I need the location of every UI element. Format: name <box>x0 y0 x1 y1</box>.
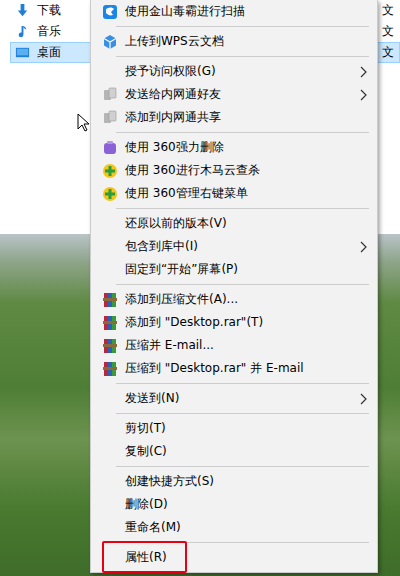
wps-cloud-icon <box>102 34 118 50</box>
mouse-cursor-icon <box>77 113 89 133</box>
menu-item-label: 授予访问权限(G) <box>125 63 377 80</box>
360-delete-icon <box>102 140 118 156</box>
menu-item[interactable]: 添加到压缩文件(A)... <box>91 288 377 311</box>
menu-item-label: 创建快捷方式(S) <box>125 473 377 490</box>
360-security-icon <box>102 186 118 202</box>
winrar-icon <box>102 292 118 308</box>
menu-item-label: 添加到 "Desktop.rar"(T) <box>125 314 377 331</box>
menu-item[interactable]: 压缩并 E-mail... <box>91 334 377 357</box>
submenu-arrow-icon <box>359 393 367 405</box>
menu-item-label: 添加到内网通共享 <box>125 109 377 126</box>
type-cell: 文 <box>382 44 399 61</box>
menu-item[interactable]: 授予访问权限(G) <box>91 60 377 83</box>
menu-item-label: 发送到(N) <box>125 390 377 407</box>
menu-item-label: 上传到WPS云文档 <box>125 33 377 50</box>
context-menu: 使用金山毒霸进行扫描 上传到WPS云文档 授予访问权限(G) 发送给内网通好友 … <box>90 0 378 573</box>
neiwangtong-icon <box>102 110 118 126</box>
menu-item[interactable]: 使用金山毒霸进行扫描 <box>91 0 377 23</box>
menu-separator <box>116 56 369 57</box>
menu-item[interactable]: 发送给内网通好友 <box>91 83 377 106</box>
submenu-arrow-icon <box>359 89 367 101</box>
menu-item[interactable]: 复制(C) <box>91 440 377 463</box>
menu-separator <box>116 132 369 133</box>
menu-item-label: 重命名(M) <box>125 519 377 536</box>
360-security-icon <box>102 163 118 179</box>
kingsoft-antivirus-icon <box>102 4 118 20</box>
type-cell: 文 <box>382 23 399 40</box>
menu-item-label: 发送给内网通好友 <box>125 86 377 103</box>
music-icon <box>15 24 30 39</box>
menu-item[interactable]: 剪切(T) <box>91 417 377 440</box>
menu-item[interactable]: 添加到 "Desktop.rar"(T) <box>91 311 377 334</box>
desktop-icon <box>15 45 30 60</box>
menu-item[interactable]: 压缩到 "Desktop.rar" 并 E-mail <box>91 357 377 380</box>
winrar-icon <box>102 338 118 354</box>
menu-item-label: 还原以前的版本(V) <box>125 215 377 232</box>
menu-separator <box>116 413 369 414</box>
menu-item[interactable]: 使用 360强力删除 <box>91 136 377 159</box>
menu-separator <box>116 208 369 209</box>
menu-item[interactable]: 使用 360管理右键菜单 <box>91 182 377 205</box>
menu-item[interactable]: 上传到WPS云文档 <box>91 30 377 53</box>
menu-separator <box>116 466 369 467</box>
neiwangtong-icon <box>102 87 118 103</box>
menu-item[interactable]: 重命名(M) <box>91 516 377 539</box>
menu-item[interactable]: 固定到“开始”屏幕(P) <box>91 258 377 281</box>
menu-item-label: 压缩并 E-mail... <box>125 337 377 354</box>
type-cell: 文 <box>382 2 399 19</box>
submenu-arrow-icon <box>359 66 367 78</box>
menu-item-label: 使用 360管理右键菜单 <box>125 185 377 202</box>
submenu-arrow-icon <box>359 241 367 253</box>
menu-item-label: 包含到库中(I) <box>125 238 377 255</box>
menu-item[interactable]: 包含到库中(I) <box>91 235 377 258</box>
menu-item-label: 使用 360进行木马云查杀 <box>125 162 377 179</box>
menu-item[interactable]: 添加到内网通共享 <box>91 106 377 129</box>
menu-item[interactable]: 使用 360进行木马云查杀 <box>91 159 377 182</box>
download-icon <box>15 3 30 18</box>
menu-separator <box>116 383 369 384</box>
menu-item-label: 使用 360强力删除 <box>125 139 377 156</box>
winrar-icon <box>102 361 118 377</box>
menu-separator <box>116 26 369 27</box>
menu-item-label: 复制(C) <box>125 443 377 460</box>
menu-item-label: 固定到“开始”屏幕(P) <box>125 261 377 278</box>
menu-separator <box>116 284 369 285</box>
menu-item-label: 剪切(T) <box>125 420 377 437</box>
menu-item[interactable]: 属性(R) <box>91 546 377 569</box>
menu-item-label: 使用金山毒霸进行扫描 <box>125 3 377 20</box>
menu-separator <box>116 542 369 543</box>
menu-item-label: 压缩到 "Desktop.rar" 并 E-mail <box>125 360 377 377</box>
screen: 下载 文 音乐 文 桌面 文 使用金山毒霸进行扫描 上传到WPS云文档 授予访问… <box>0 0 400 576</box>
menu-item-label: 添加到压缩文件(A)... <box>125 291 377 308</box>
menu-item[interactable]: 创建快捷方式(S) <box>91 470 377 493</box>
menu-item-label: 删除(D) <box>125 496 377 513</box>
menu-item[interactable]: 发送到(N) <box>91 387 377 410</box>
menu-item[interactable]: 还原以前的版本(V) <box>91 212 377 235</box>
menu-item-label: 属性(R) <box>125 549 167 566</box>
menu-item[interactable]: 删除(D) <box>91 493 377 516</box>
winrar-icon <box>102 315 118 331</box>
